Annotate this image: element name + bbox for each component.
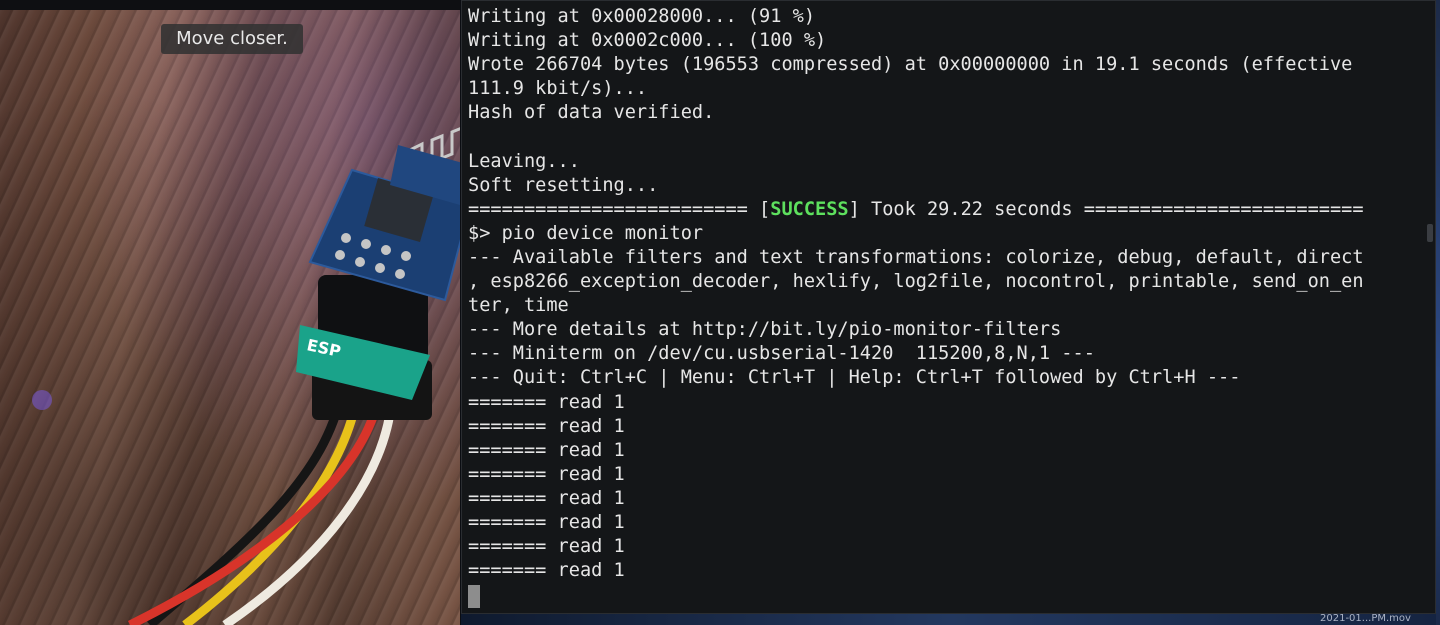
terminal-line: Writing at 0x00028000... (91 %)	[468, 6, 816, 27]
camera-preview: Move closer. ESP	[0, 0, 460, 625]
read-line: ======= read 1	[468, 560, 625, 582]
status-rule-left: ========================= [	[468, 198, 771, 220]
status-line: ========================= [SUCCESS] Took…	[468, 198, 1421, 222]
terminal-line: , esp8266_exception_decoder, hexlify, lo…	[468, 271, 1364, 293]
success-badge: SUCCESS	[770, 198, 849, 220]
command-line: $> pio device monitor	[468, 222, 704, 244]
terminal-cursor[interactable]	[468, 585, 480, 608]
terminal-output: Writing at 0x00028000... (91 %) Writing …	[468, 5, 1421, 583]
desktop-background	[461, 614, 1440, 625]
terminal-window[interactable]: Writing at 0x00028000... (91 %) Writing …	[461, 0, 1436, 614]
status-rule-right: ] Took 29.22 seconds ===================…	[848, 198, 1364, 220]
terminal-line: ter, time	[468, 295, 569, 317]
scroll-indicator[interactable]	[1427, 224, 1433, 242]
terminal-line: Soft resetting...	[468, 174, 659, 196]
camera-title-bar	[0, 0, 460, 10]
desktop-edge	[1436, 0, 1440, 625]
terminal-line: 111.9 kbit/s)...	[468, 78, 648, 100]
terminal-line: --- More details at http://bit.ly/pio-mo…	[468, 319, 1062, 341]
read-line: ======= read 1	[468, 487, 625, 509]
read-line: ======= read 1	[468, 511, 625, 533]
terminal-line: Leaving...	[468, 150, 580, 172]
terminal-line: --- Miniterm on /dev/cu.usbserial-1420 1…	[468, 343, 1095, 365]
read-line: ======= read 1	[468, 536, 625, 558]
read-line: ======= read 1	[468, 391, 625, 413]
terminal-line: --- Quit: Ctrl+C | Menu: Ctrl+T | Help: …	[468, 367, 1241, 389]
desktop-file-label[interactable]: 2021-01...PM.mov	[1320, 613, 1411, 625]
read-line: ======= read 1	[468, 439, 625, 461]
camera-hint-label: Move closer.	[161, 24, 303, 54]
esp-module-photo: ESP	[32, 127, 460, 625]
terminal-line: Hash of data verified.	[468, 102, 715, 124]
terminal-line: --- Available filters and text transform…	[468, 246, 1364, 268]
terminal-line: Wrote 266704 bytes (196553 compressed) a…	[468, 54, 1353, 76]
terminal-line: Writing at 0x0002c000... (100 %)	[468, 30, 827, 52]
read-line: ======= read 1	[468, 415, 625, 437]
read-line: ======= read 1	[468, 463, 625, 485]
